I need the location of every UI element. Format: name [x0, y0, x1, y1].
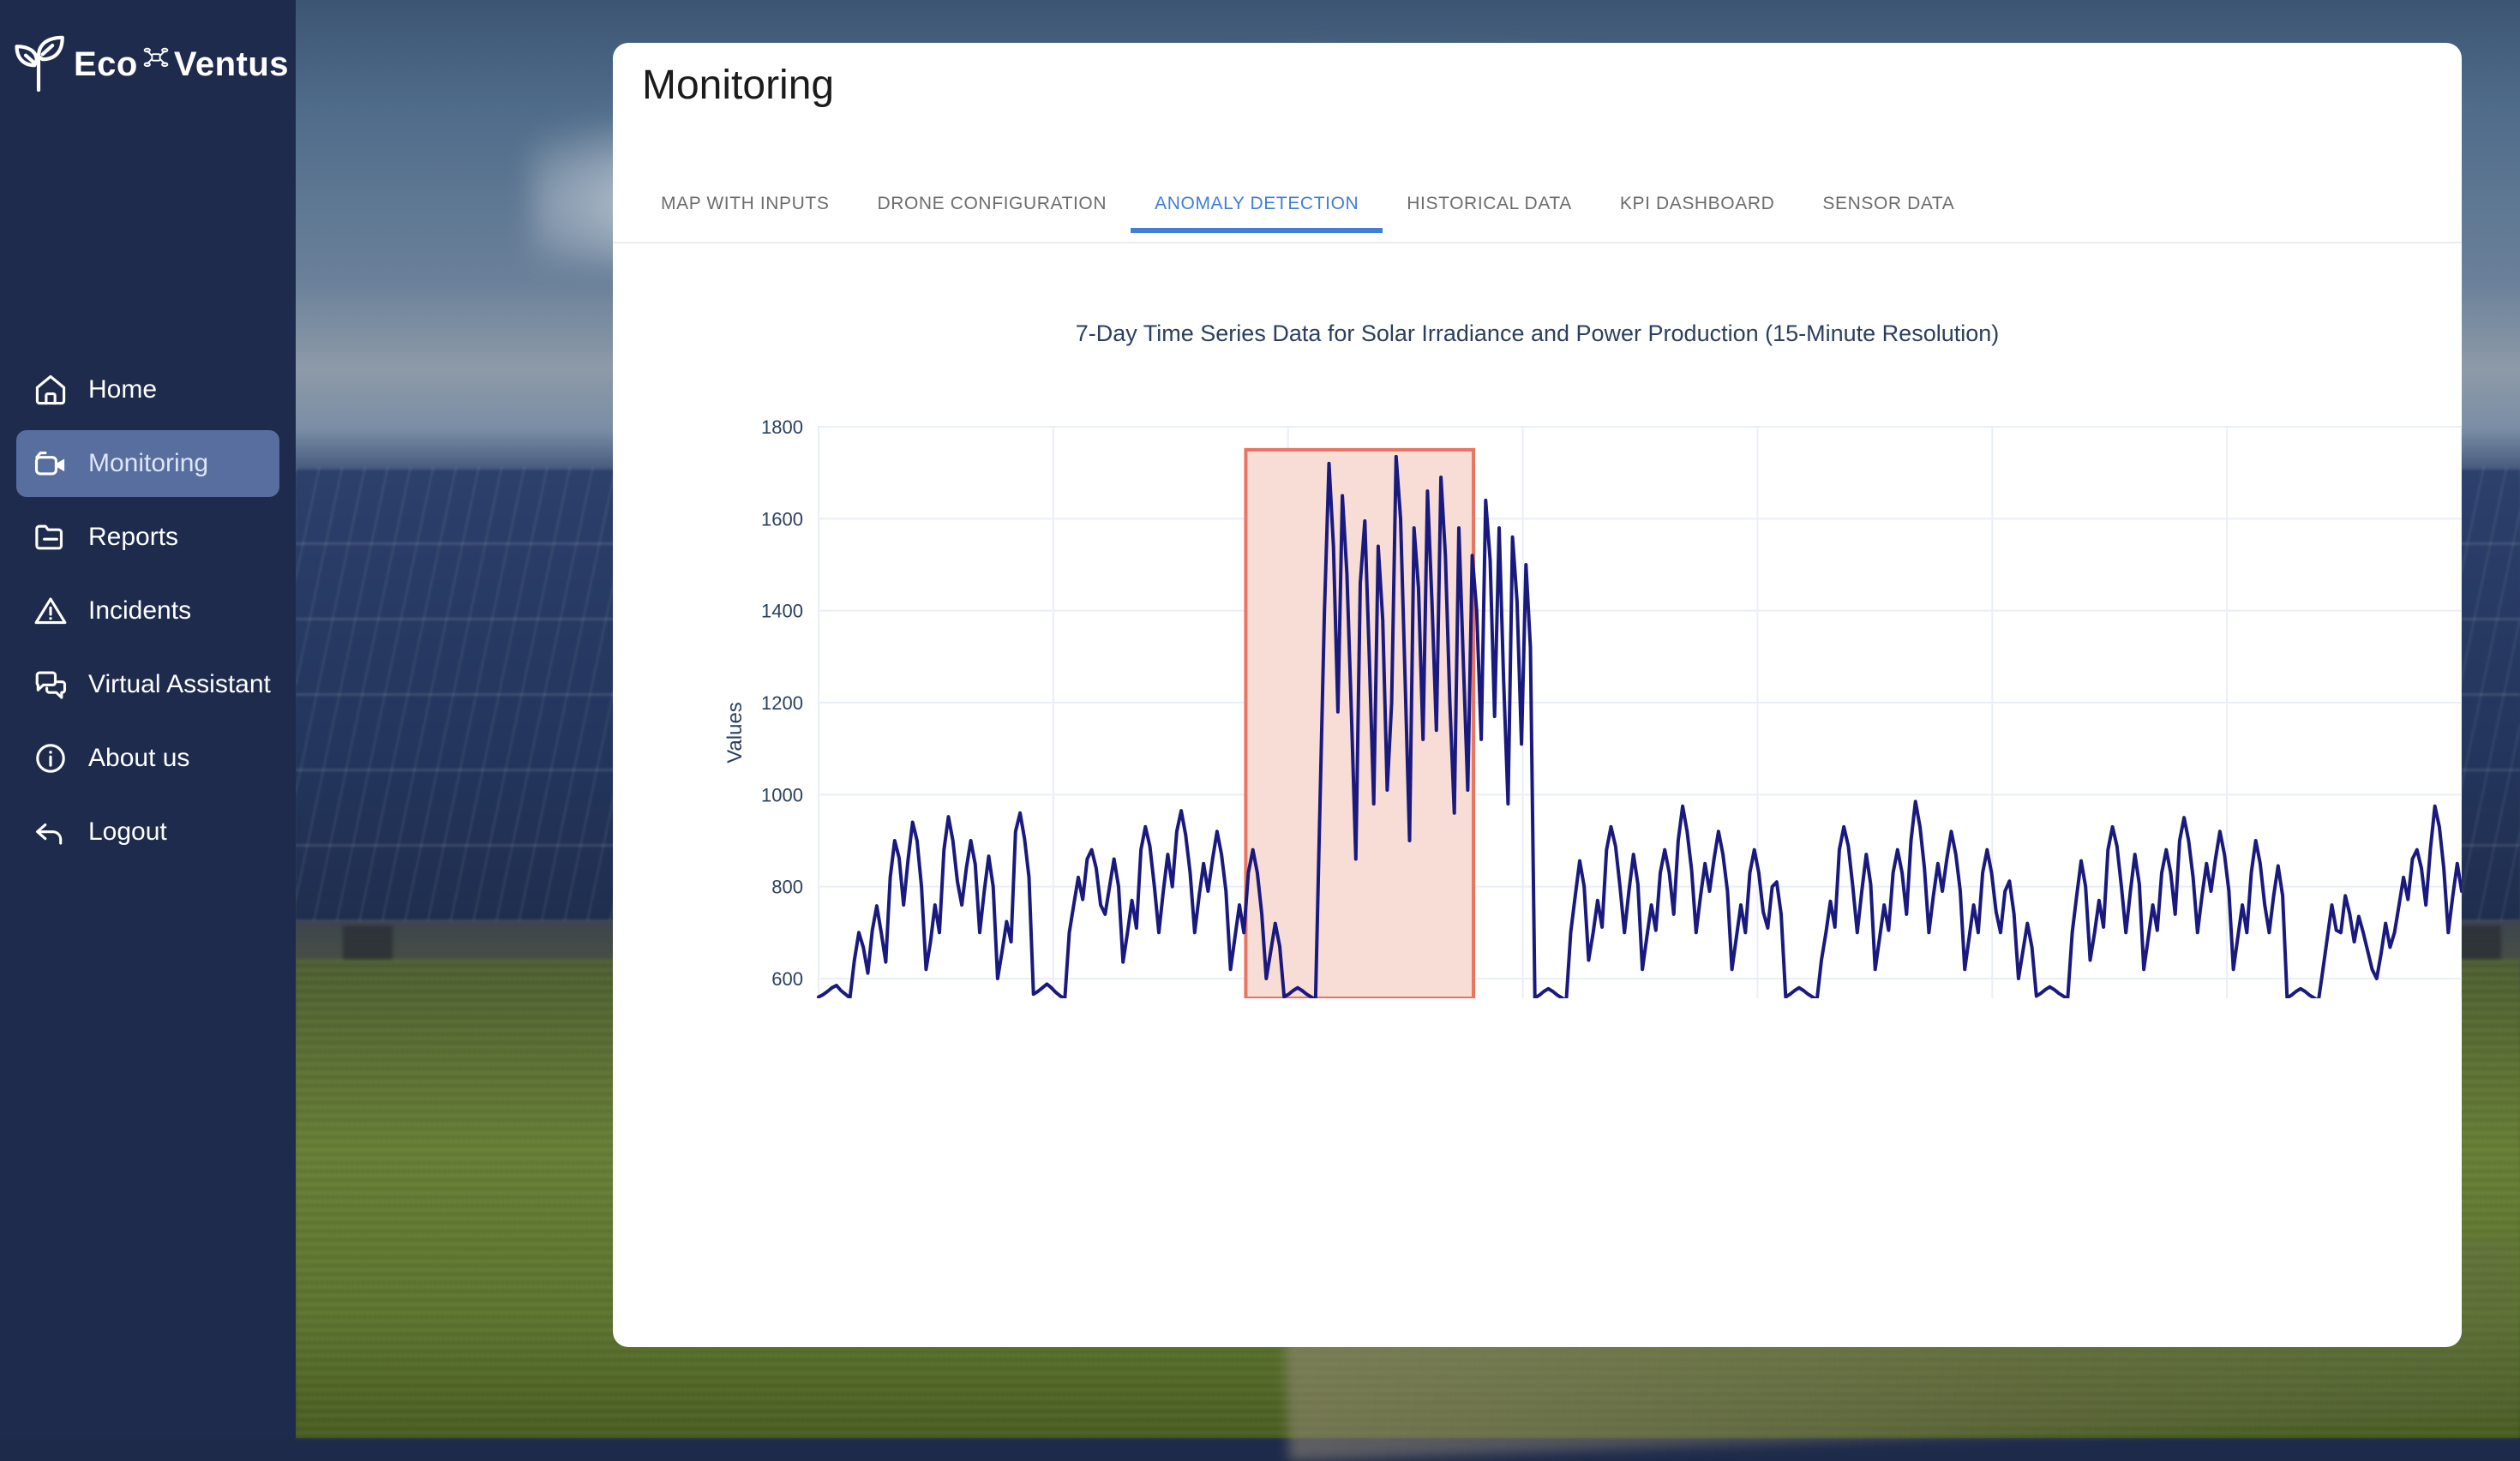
- warning-triangle-icon: [32, 592, 69, 630]
- anomaly-detection-chart: 7-Day Time Series Data for Solar Irradia…: [613, 244, 2462, 998]
- svg-text:1800: 1800: [761, 416, 803, 438]
- brand-name: Eco Ventus: [74, 45, 289, 84]
- sidebar-item-label: Reports: [88, 523, 178, 552]
- sidebar-item-label: About us: [88, 744, 189, 773]
- sidebar-item-incidents[interactable]: Incidents: [16, 578, 279, 644]
- chat-bubbles-icon: [32, 666, 69, 704]
- svg-text:1000: 1000: [761, 784, 803, 805]
- tab-sensor-data[interactable]: SENSOR DATA: [1798, 189, 1978, 233]
- tabs-divider: [613, 242, 2462, 243]
- chart-plot: 600 800 1000 1200 1400 1600 1800 Values: [613, 244, 2462, 998]
- tab-historical-data[interactable]: HISTORICAL DATA: [1383, 189, 1596, 233]
- chart-series-line: [819, 457, 2462, 998]
- sidebar-item-label: Incidents: [88, 596, 191, 626]
- svg-text:Values: Values: [723, 702, 747, 763]
- sidebar-nav: Home Monitoring Reports Incidents: [0, 356, 296, 865]
- tab-drone-configuration[interactable]: DRONE CONFIGURATION: [853, 189, 1131, 233]
- logout-arrow-icon: [32, 813, 69, 851]
- sidebar-item-label: Logout: [88, 817, 167, 847]
- svg-text:1600: 1600: [761, 508, 803, 530]
- chart-y-axis-title: Values: [723, 702, 747, 763]
- sidebar-item-label: Monitoring: [88, 449, 208, 478]
- content-card: Monitoring MAP WITH INPUTS DRONE CONFIGU…: [613, 43, 2462, 1347]
- info-circle-icon: [32, 739, 69, 777]
- svg-text:1400: 1400: [761, 601, 803, 622]
- tab-map-with-inputs[interactable]: MAP WITH INPUTS: [637, 189, 853, 233]
- sidebar-item-virtual-assistant[interactable]: Virtual Assistant: [16, 651, 279, 718]
- sidebar-item-home[interactable]: Home: [16, 356, 279, 423]
- tab-bar: MAP WITH INPUTS DRONE CONFIGURATION ANOM…: [637, 189, 1978, 242]
- leaf-plant-icon: [7, 33, 70, 96]
- video-camera-icon: [32, 445, 69, 482]
- sidebar-item-logout[interactable]: Logout: [16, 799, 279, 865]
- drone-icon: [143, 45, 169, 68]
- page-title: Monitoring: [642, 62, 834, 109]
- svg-text:1200: 1200: [761, 692, 803, 714]
- sidebar-item-monitoring[interactable]: Monitoring: [16, 430, 279, 497]
- sidebar-item-label: Virtual Assistant: [88, 670, 271, 699]
- folder-minus-icon: [32, 518, 69, 556]
- sidebar: Eco Ventus Home: [0, 0, 296, 1438]
- brand-name-eco: Eco: [74, 45, 138, 84]
- tab-anomaly-detection[interactable]: ANOMALY DETECTION: [1131, 189, 1383, 233]
- chart-y-axis-ticks: 600 800 1000 1200 1400 1600 1800: [761, 416, 803, 990]
- sidebar-item-about-us[interactable]: About us: [16, 725, 279, 792]
- svg-text:600: 600: [771, 968, 803, 990]
- sidebar-item-reports[interactable]: Reports: [16, 504, 279, 571]
- sidebar-item-label: Home: [88, 375, 157, 404]
- tab-kpi-dashboard[interactable]: KPI DASHBOARD: [1596, 189, 1799, 233]
- svg-text:800: 800: [771, 877, 803, 898]
- brand-logo-block[interactable]: Eco Ventus: [0, 33, 296, 96]
- home-icon: [32, 371, 69, 409]
- brand-name-ventus: Ventus: [174, 45, 289, 84]
